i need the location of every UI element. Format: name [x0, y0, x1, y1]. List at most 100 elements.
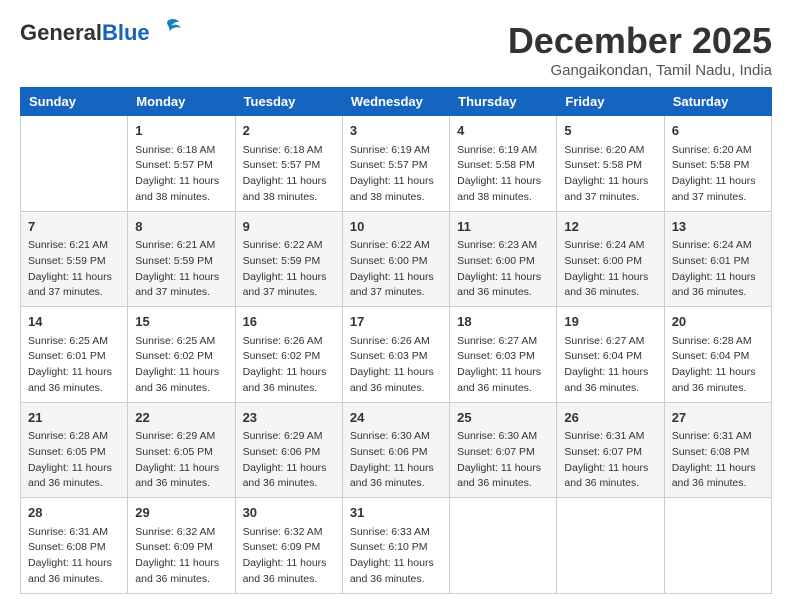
day-info: Sunrise: 6:20 AM Sunset: 5:58 PM Dayligh… — [672, 143, 764, 206]
day-number: 16 — [243, 312, 335, 332]
day-number: 30 — [243, 503, 335, 523]
calendar-table: SundayMondayTuesdayWednesdayThursdayFrid… — [20, 87, 772, 594]
day-info: Sunrise: 6:23 AM Sunset: 6:00 PM Dayligh… — [457, 238, 549, 301]
month-title: December 2025 — [508, 20, 772, 62]
day-info: Sunrise: 6:18 AM Sunset: 5:57 PM Dayligh… — [135, 143, 227, 206]
day-info: Sunrise: 6:32 AM Sunset: 6:09 PM Dayligh… — [135, 525, 227, 588]
day-info: Sunrise: 6:22 AM Sunset: 6:00 PM Dayligh… — [350, 238, 442, 301]
day-number: 2 — [243, 121, 335, 141]
col-header-monday: Monday — [128, 88, 235, 116]
calendar-cell: 14Sunrise: 6:25 AM Sunset: 6:01 PM Dayli… — [21, 307, 128, 403]
calendar-week-row: 21Sunrise: 6:28 AM Sunset: 6:05 PM Dayli… — [21, 402, 772, 498]
day-info: Sunrise: 6:31 AM Sunset: 6:08 PM Dayligh… — [672, 429, 764, 492]
calendar-cell: 30Sunrise: 6:32 AM Sunset: 6:09 PM Dayli… — [235, 498, 342, 594]
calendar-cell: 11Sunrise: 6:23 AM Sunset: 6:00 PM Dayli… — [450, 211, 557, 307]
day-info: Sunrise: 6:32 AM Sunset: 6:09 PM Dayligh… — [243, 525, 335, 588]
day-info: Sunrise: 6:18 AM Sunset: 5:57 PM Dayligh… — [243, 143, 335, 206]
day-info: Sunrise: 6:24 AM Sunset: 6:01 PM Dayligh… — [672, 238, 764, 301]
day-info: Sunrise: 6:33 AM Sunset: 6:10 PM Dayligh… — [350, 525, 442, 588]
day-number: 19 — [564, 312, 656, 332]
day-number: 13 — [672, 217, 764, 237]
calendar-week-row: 1Sunrise: 6:18 AM Sunset: 5:57 PM Daylig… — [21, 116, 772, 212]
day-number: 17 — [350, 312, 442, 332]
day-info: Sunrise: 6:31 AM Sunset: 6:08 PM Dayligh… — [28, 525, 120, 588]
day-number: 29 — [135, 503, 227, 523]
calendar-cell — [664, 498, 771, 594]
day-info: Sunrise: 6:30 AM Sunset: 6:07 PM Dayligh… — [457, 429, 549, 492]
day-number: 14 — [28, 312, 120, 332]
calendar-cell: 22Sunrise: 6:29 AM Sunset: 6:05 PM Dayli… — [128, 402, 235, 498]
day-number: 9 — [243, 217, 335, 237]
calendar-cell: 26Sunrise: 6:31 AM Sunset: 6:07 PM Dayli… — [557, 402, 664, 498]
col-header-wednesday: Wednesday — [342, 88, 449, 116]
calendar-week-row: 7 Sunrise: 6:21 AM Sunset: 5:59 PM Daylig… — [21, 211, 772, 307]
day-info: Sunrise: 6:24 AM Sunset: 6:00 PM Dayligh… — [564, 238, 656, 301]
day-info: Sunrise: 6:31 AM Sunset: 6:07 PM Dayligh… — [564, 429, 656, 492]
calendar-cell: 18Sunrise: 6:27 AM Sunset: 6:03 PM Dayli… — [450, 307, 557, 403]
day-number: 26 — [564, 408, 656, 428]
calendar-cell: 2Sunrise: 6:18 AM Sunset: 5:57 PM Daylig… — [235, 116, 342, 212]
day-info: Sunrise: 6:27 AM Sunset: 6:04 PM Dayligh… — [564, 334, 656, 397]
calendar-cell: 5Sunrise: 6:20 AM Sunset: 5:58 PM Daylig… — [557, 116, 664, 212]
logo-bird-icon — [153, 18, 181, 40]
calendar-week-row: 28Sunrise: 6:31 AM Sunset: 6:08 PM Dayli… — [21, 498, 772, 594]
title-block: December 2025 Gangaikondan, Tamil Nadu, … — [508, 20, 772, 79]
day-info: Sunrise: 6:30 AM Sunset: 6:06 PM Dayligh… — [350, 429, 442, 492]
calendar-cell: 10Sunrise: 6:22 AM Sunset: 6:00 PM Dayli… — [342, 211, 449, 307]
day-info: Sunrise: 6:26 AM Sunset: 6:02 PM Dayligh… — [243, 334, 335, 397]
day-number: 5 — [564, 121, 656, 141]
day-info: Sunrise: 6:25 AM Sunset: 6:01 PM Dayligh… — [28, 334, 120, 397]
day-info: Sunrise: 6:21 AM Sunset: 5:59 PM Dayligh… — [135, 238, 227, 301]
logo-blue: Blue — [102, 20, 150, 45]
calendar-cell: 19Sunrise: 6:27 AM Sunset: 6:04 PM Dayli… — [557, 307, 664, 403]
calendar-header-row: SundayMondayTuesdayWednesdayThursdayFrid… — [21, 88, 772, 116]
logo-general: General — [20, 20, 102, 45]
calendar-cell: 25Sunrise: 6:30 AM Sunset: 6:07 PM Dayli… — [450, 402, 557, 498]
calendar-cell: 23Sunrise: 6:29 AM Sunset: 6:06 PM Dayli… — [235, 402, 342, 498]
day-info: Sunrise: 6:20 AM Sunset: 5:58 PM Dayligh… — [564, 143, 656, 206]
day-number: 31 — [350, 503, 442, 523]
col-header-tuesday: Tuesday — [235, 88, 342, 116]
day-info: Sunrise: 6:28 AM Sunset: 6:05 PM Dayligh… — [28, 429, 120, 492]
day-info: Sunrise: 6:26 AM Sunset: 6:03 PM Dayligh… — [350, 334, 442, 397]
col-header-sunday: Sunday — [21, 88, 128, 116]
day-info: Sunrise: 6:29 AM Sunset: 6:06 PM Dayligh… — [243, 429, 335, 492]
calendar-cell: 16Sunrise: 6:26 AM Sunset: 6:02 PM Dayli… — [235, 307, 342, 403]
day-number: 24 — [350, 408, 442, 428]
calendar-cell: 1Sunrise: 6:18 AM Sunset: 5:57 PM Daylig… — [128, 116, 235, 212]
day-number: 18 — [457, 312, 549, 332]
calendar-cell: 12Sunrise: 6:24 AM Sunset: 6:00 PM Dayli… — [557, 211, 664, 307]
logo-text: GeneralBlue — [20, 20, 150, 46]
logo: GeneralBlue — [20, 20, 181, 46]
day-info: Sunrise: 6:19 AM Sunset: 5:58 PM Dayligh… — [457, 143, 549, 206]
day-info: Sunrise: 6:22 AM Sunset: 5:59 PM Dayligh… — [243, 238, 335, 301]
calendar-cell: 28Sunrise: 6:31 AM Sunset: 6:08 PM Dayli… — [21, 498, 128, 594]
location-title: Gangaikondan, Tamil Nadu, India — [508, 62, 772, 79]
calendar-cell: 7Sunrise: 6:21 AM Sunset: 5:59 PM Daylig… — [21, 211, 128, 307]
calendar-cell: 21Sunrise: 6:28 AM Sunset: 6:05 PM Dayli… — [21, 402, 128, 498]
calendar-week-row: 14Sunrise: 6:25 AM Sunset: 6:01 PM Dayli… — [21, 307, 772, 403]
day-info: Sunrise: 6:28 AM Sunset: 6:04 PM Dayligh… — [672, 334, 764, 397]
day-number: 7 — [28, 217, 120, 237]
day-number: 12 — [564, 217, 656, 237]
calendar-cell: 29Sunrise: 6:32 AM Sunset: 6:09 PM Dayli… — [128, 498, 235, 594]
day-number: 10 — [350, 217, 442, 237]
day-number: 1 — [135, 121, 227, 141]
calendar-cell — [557, 498, 664, 594]
day-info: Sunrise: 6:27 AM Sunset: 6:03 PM Dayligh… — [457, 334, 549, 397]
calendar-cell — [21, 116, 128, 212]
day-number: 4 — [457, 121, 549, 141]
day-number: 3 — [350, 121, 442, 141]
calendar-cell: 9Sunrise: 6:22 AM Sunset: 5:59 PM Daylig… — [235, 211, 342, 307]
calendar-cell: 6Sunrise: 6:20 AM Sunset: 5:58 PM Daylig… — [664, 116, 771, 212]
day-number: 20 — [672, 312, 764, 332]
calendar-cell: 24Sunrise: 6:30 AM Sunset: 6:06 PM Dayli… — [342, 402, 449, 498]
calendar-cell: 4Sunrise: 6:19 AM Sunset: 5:58 PM Daylig… — [450, 116, 557, 212]
day-number: 22 — [135, 408, 227, 428]
col-header-friday: Friday — [557, 88, 664, 116]
day-info: Sunrise: 6:19 AM Sunset: 5:57 PM Dayligh… — [350, 143, 442, 206]
page-header: GeneralBlue December 2025 Gangaikondan, … — [20, 20, 772, 79]
calendar-cell: 8Sunrise: 6:21 AM Sunset: 5:59 PM Daylig… — [128, 211, 235, 307]
day-number: 8 — [135, 217, 227, 237]
calendar-cell: 31Sunrise: 6:33 AM Sunset: 6:10 PM Dayli… — [342, 498, 449, 594]
